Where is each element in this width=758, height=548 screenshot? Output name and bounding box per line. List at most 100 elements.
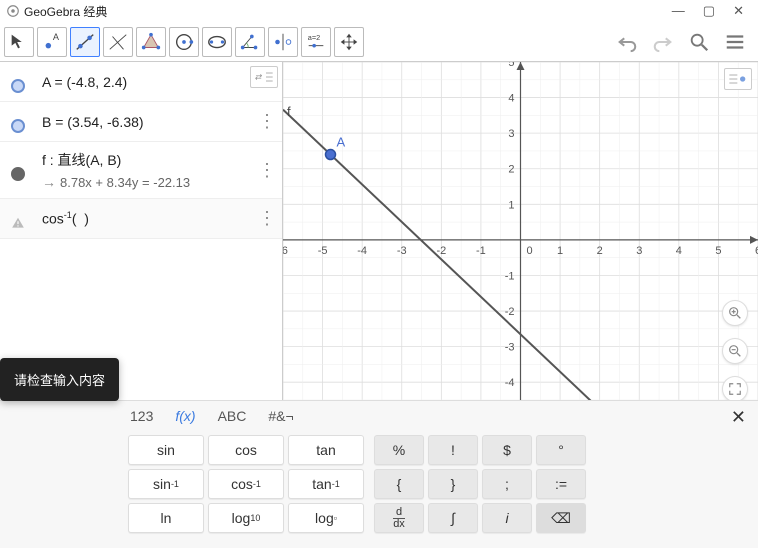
key-factorial[interactable]: ! <box>428 435 478 465</box>
svg-text:3: 3 <box>636 245 642 257</box>
svg-text:-1: -1 <box>476 245 486 257</box>
arrow-icon: → <box>42 174 56 190</box>
algebra-label-B: B = (3.54, -6.38) <box>36 110 252 134</box>
tool-move-view[interactable] <box>334 27 364 57</box>
algebra-view: ⇄ A = (-4.8, 2.4) B = (3.54, -6.38) ⋮ f … <box>0 62 283 400</box>
window-minimize-button[interactable]: — <box>672 3 685 19</box>
svg-text:a=2: a=2 <box>308 33 320 42</box>
redo-button[interactable] <box>650 29 676 55</box>
svg-text:-6: -6 <box>283 245 288 257</box>
svg-text:A: A <box>337 135 346 150</box>
tool-line[interactable] <box>70 27 100 57</box>
graphics-view[interactable]: -6-5-4-3-2-1123456-4-3-2-1123450fA <box>283 62 758 400</box>
tool-slider[interactable]: a=2 <box>301 27 331 57</box>
key-rbrace[interactable]: } <box>428 469 478 499</box>
tool-perpendicular[interactable] <box>103 27 133 57</box>
zoom-out-button[interactable] <box>722 338 748 364</box>
graphics-zoom-tools <box>722 300 748 400</box>
svg-text:-4: -4 <box>505 377 515 389</box>
row-menu-input[interactable]: ⋮ <box>252 208 282 229</box>
svg-text:-3: -3 <box>397 245 407 257</box>
svg-text:f: f <box>287 104 291 119</box>
algebra-input-expression[interactable]: cos-1( ) <box>36 206 252 231</box>
key-asin[interactable]: sin-1 <box>128 469 204 499</box>
key-imaginary[interactable]: i <box>482 503 532 533</box>
graphics-settings-button[interactable] <box>724 68 752 90</box>
visibility-toggle-A[interactable] <box>0 71 36 93</box>
row-menu-B[interactable]: ⋮ <box>252 111 282 132</box>
key-acos[interactable]: cos-1 <box>208 469 284 499</box>
visibility-toggle-B[interactable] <box>0 111 36 133</box>
window-close-button[interactable]: ✕ <box>733 3 744 19</box>
algebra-f-name: f : 直线(A, B) <box>42 150 246 170</box>
svg-text:1: 1 <box>557 245 563 257</box>
visibility-toggle-f[interactable] <box>0 159 36 181</box>
title-bar: GeoGebra 经典 — ▢ ✕ <box>0 0 758 22</box>
hamburger-menu-button[interactable] <box>722 29 748 55</box>
zoom-in-button[interactable] <box>722 300 748 326</box>
tool-ellipse[interactable] <box>202 27 232 57</box>
svg-text:1: 1 <box>508 199 514 211</box>
svg-text:0: 0 <box>527 245 533 257</box>
coordinate-plane[interactable]: -6-5-4-3-2-1123456-4-3-2-1123450fA <box>283 62 758 400</box>
window-maximize-button[interactable]: ▢ <box>703 3 715 19</box>
keyboard-tabs: 123 f(x) ABC #&¬ ✕ <box>0 401 758 431</box>
algebra-row-B[interactable]: B = (3.54, -6.38) ⋮ <box>0 102 282 142</box>
key-dollar[interactable]: $ <box>482 435 532 465</box>
search-button[interactable] <box>686 29 712 55</box>
svg-text:-3: -3 <box>505 342 515 354</box>
window-title: GeoGebra 经典 <box>24 3 672 20</box>
keyboard-keys: sin cos tan sin-1 cos-1 tan-1 ln log10 l… <box>0 431 758 533</box>
tool-move[interactable] <box>4 27 34 57</box>
keyboard-tab-sym[interactable]: #&¬ <box>268 408 293 424</box>
algebra-row-input[interactable]: cos-1( ) ⋮ <box>0 199 282 239</box>
window-controls: — ▢ ✕ <box>672 3 752 19</box>
key-assign[interactable]: := <box>536 469 586 499</box>
undo-button[interactable] <box>614 29 640 55</box>
tool-circle[interactable] <box>169 27 199 57</box>
svg-text:-2: -2 <box>505 306 515 318</box>
svg-text:4: 4 <box>676 245 682 257</box>
algebra-row-A[interactable]: A = (-4.8, 2.4) <box>0 62 282 102</box>
keyboard-tab-fx[interactable]: f(x) <box>175 408 195 424</box>
main-area: ⇄ A = (-4.8, 2.4) B = (3.54, -6.38) ⋮ f … <box>0 62 758 400</box>
key-backspace[interactable]: ⌫ <box>536 503 586 533</box>
algebra-row-f[interactable]: f : 直线(A, B) → 8.78x + 8.34y = -22.13 ⋮ <box>0 142 282 199</box>
svg-text:2: 2 <box>597 245 603 257</box>
virtual-keyboard: 123 f(x) ABC #&¬ ✕ sin cos tan sin-1 cos… <box>0 400 758 548</box>
tool-angle[interactable] <box>235 27 265 57</box>
tool-polygon[interactable] <box>136 27 166 57</box>
toolbar-right <box>614 29 754 55</box>
svg-text:-5: -5 <box>318 245 328 257</box>
key-log10[interactable]: log10 <box>208 503 284 533</box>
key-atan[interactable]: tan-1 <box>288 469 364 499</box>
key-semicolon[interactable]: ; <box>482 469 532 499</box>
key-tan[interactable]: tan <box>288 435 364 465</box>
svg-text:5: 5 <box>715 245 721 257</box>
key-degree[interactable]: ° <box>536 435 586 465</box>
algebra-label-f: f : 直线(A, B) → 8.78x + 8.34y = -22.13 <box>36 146 252 194</box>
warning-icon <box>0 208 36 230</box>
tool-reflect[interactable] <box>268 27 298 57</box>
key-sin[interactable]: sin <box>128 435 204 465</box>
algebra-f-eq-text: 8.78x + 8.34y = -22.13 <box>60 175 190 190</box>
keyboard-tab-123[interactable]: 123 <box>130 408 153 424</box>
key-cos[interactable]: cos <box>208 435 284 465</box>
fullscreen-button[interactable] <box>722 376 748 400</box>
key-logb[interactable]: log▫ <box>288 503 364 533</box>
keyboard-close-button[interactable]: ✕ <box>731 407 746 428</box>
toolbar: A a=2 <box>0 22 758 62</box>
key-percent[interactable]: % <box>374 435 424 465</box>
svg-text:3: 3 <box>508 128 514 140</box>
algebra-f-equation: → 8.78x + 8.34y = -22.13 <box>42 174 246 190</box>
key-derivative[interactable]: ddx <box>374 503 424 533</box>
key-ln[interactable]: ln <box>128 503 204 533</box>
svg-text:A: A <box>53 32 60 42</box>
svg-text:2: 2 <box>508 164 514 176</box>
svg-text:-4: -4 <box>357 245 367 257</box>
tool-point[interactable]: A <box>37 27 67 57</box>
row-menu-f[interactable]: ⋮ <box>252 160 282 181</box>
keyboard-tab-abc[interactable]: ABC <box>218 408 247 424</box>
key-lbrace[interactable]: { <box>374 469 424 499</box>
key-integral[interactable]: ∫ <box>428 503 478 533</box>
